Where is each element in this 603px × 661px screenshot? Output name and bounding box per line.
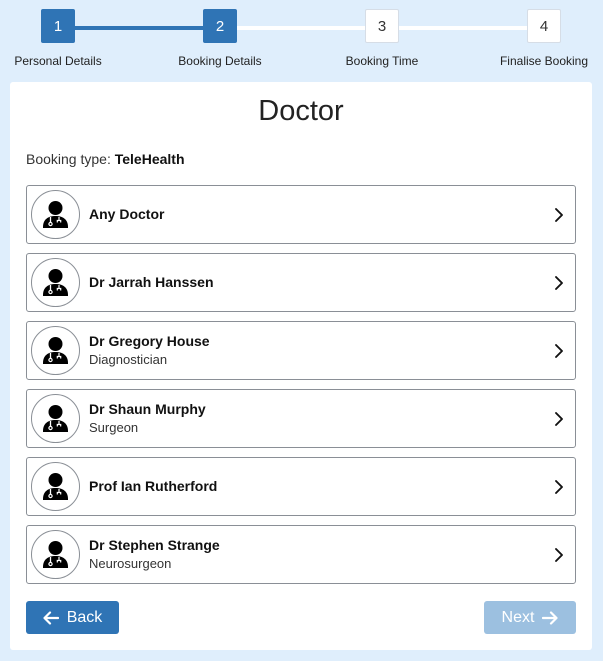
doctor-option[interactable]: Any Doctor <box>26 185 576 244</box>
doctor-specialty: Surgeon <box>89 420 139 435</box>
arrow-right-icon <box>542 610 559 625</box>
step-4-label: Finalise Booking <box>499 54 589 68</box>
doctor-text: Prof Ian Rutherford <box>89 458 217 515</box>
chevron-right-icon <box>553 343 565 359</box>
booking-type-label: Booking type: <box>26 151 111 167</box>
step-2-indicator[interactable]: 2 <box>203 9 237 43</box>
arrow-left-icon <box>43 610 59 625</box>
booking-type-value: TeleHealth <box>114 151 185 167</box>
chevron-right-icon <box>553 411 565 427</box>
back-button[interactable]: Back <box>26 601 119 634</box>
doctor-option[interactable]: Dr Jarrah Hanssen <box>26 253 576 312</box>
doctor-name: Dr Gregory House <box>89 333 210 349</box>
doctor-name: Prof Ian Rutherford <box>89 478 218 494</box>
doctor-name: Dr Shaun Murphy <box>89 401 206 417</box>
doctor-text: Any Doctor <box>89 186 164 243</box>
next-button-label: Next <box>501 608 535 626</box>
doctor-avatar-icon <box>31 326 80 375</box>
chevron-right-icon <box>553 207 565 223</box>
doctor-name: Dr Stephen Strange <box>89 537 220 553</box>
doctor-text: Dr Shaun Murphy Surgeon <box>89 390 206 447</box>
doctor-avatar-icon <box>31 462 80 511</box>
step-2-label: Booking Details <box>178 54 262 68</box>
doctor-text: Dr Jarrah Hanssen <box>89 254 214 311</box>
doctor-avatar-icon <box>31 258 80 307</box>
doctor-avatar-icon <box>31 190 80 239</box>
step-3-indicator: 3 <box>365 9 399 43</box>
doctor-name: Any Doctor <box>89 206 165 222</box>
doctor-list: Any Doctor Dr Jarrah Hanssen Dr Gregory Ho… <box>26 185 576 593</box>
chevron-right-icon <box>553 275 565 291</box>
doctor-text: Dr Gregory House Diagnostician <box>89 322 210 379</box>
doctor-specialty: Diagnostician <box>89 352 168 367</box>
doctor-avatar-icon <box>31 530 80 579</box>
doctor-option[interactable]: Prof Ian Rutherford <box>26 457 576 516</box>
booking-type: Booking type: TeleHealth <box>26 151 185 167</box>
doctor-text: Dr Stephen Strange Neurosurgeon <box>89 526 220 583</box>
doctor-avatar-icon <box>31 394 80 443</box>
doctor-option[interactable]: Dr Stephen Strange Neurosurgeon <box>26 525 576 584</box>
step-3-label: Booking Time <box>345 54 419 68</box>
chevron-right-icon <box>553 547 565 563</box>
page-title: Doctor <box>258 95 344 127</box>
doctor-option[interactable]: Dr Gregory House Diagnostician <box>26 321 576 380</box>
doctor-name: Dr Jarrah Hanssen <box>89 274 214 290</box>
doctor-selection-card: Doctor Booking type: TeleHealth Any Doct… <box>10 82 592 650</box>
progress-stepper: 1 2 3 4 Personal Details Booking Details… <box>0 0 603 80</box>
back-button-label: Back <box>66 608 103 626</box>
doctor-option[interactable]: Dr Shaun Murphy Surgeon <box>26 389 576 448</box>
doctor-specialty: Neurosurgeon <box>89 556 172 571</box>
stepper-track-completed <box>58 26 220 30</box>
chevron-right-icon <box>553 479 565 495</box>
next-button[interactable]: Next <box>484 601 576 634</box>
step-1-label: Personal Details <box>14 54 102 68</box>
step-4-indicator: 4 <box>527 9 561 43</box>
step-1-indicator[interactable]: 1 <box>41 9 75 43</box>
